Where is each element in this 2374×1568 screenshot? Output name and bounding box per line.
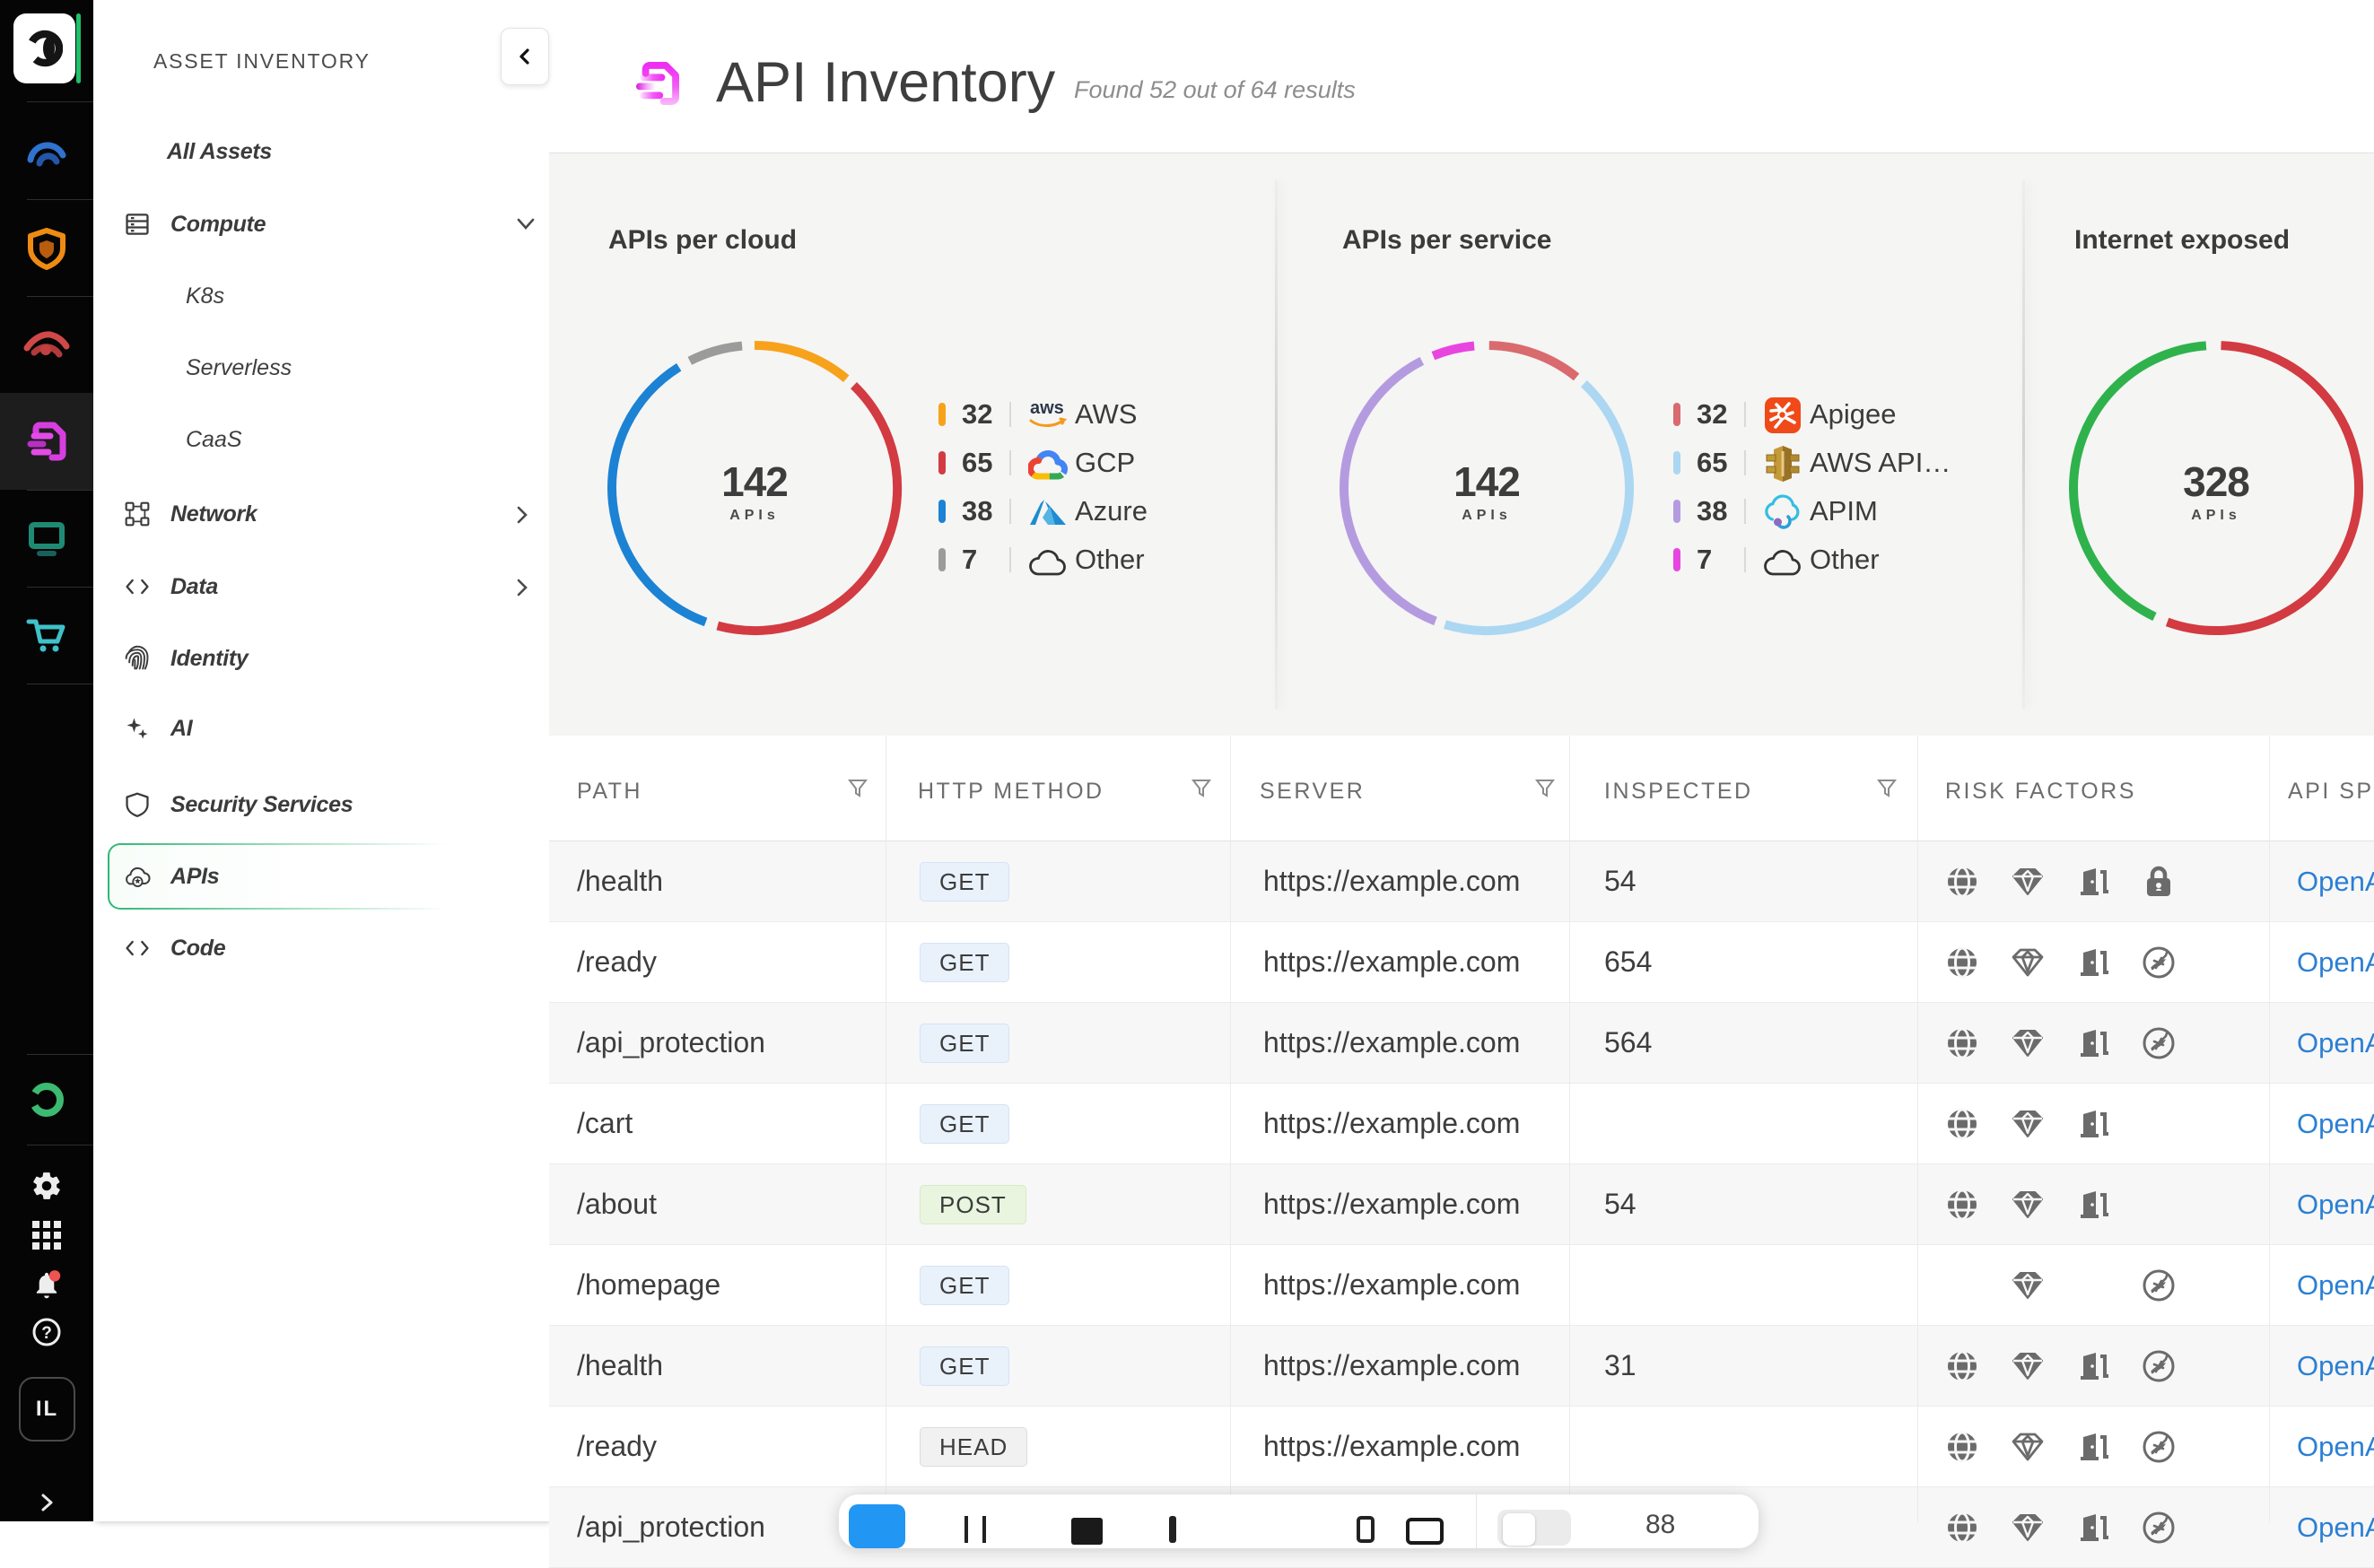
svg-text:aws: aws <box>1030 398 1064 418</box>
svg-text:?: ? <box>41 1324 52 1343</box>
